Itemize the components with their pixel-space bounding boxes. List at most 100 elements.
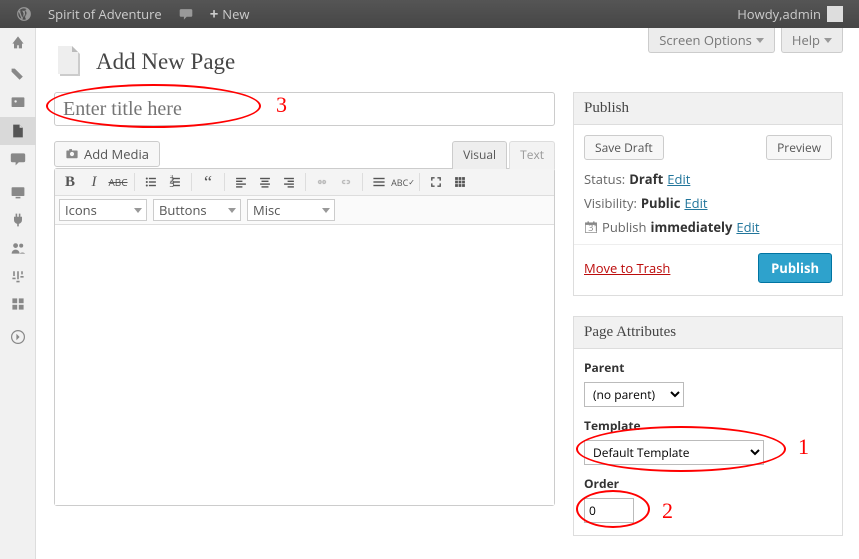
menu-dashboard[interactable] <box>0 28 36 56</box>
add-media-button[interactable]: Add Media <box>54 141 160 167</box>
icons-select[interactable]: Icons <box>59 199 147 221</box>
menu-media[interactable] <box>0 89 36 117</box>
order-input[interactable] <box>584 498 634 523</box>
status-value: Draft <box>629 170 663 188</box>
blockquote-button[interactable]: “ <box>197 171 219 193</box>
page-title: Add New Page <box>96 49 235 75</box>
order-label: Order <box>584 475 832 492</box>
wordpress-icon <box>16 6 32 22</box>
avatar-icon <box>827 6 843 22</box>
publish-box-title: Publish <box>574 93 842 125</box>
editor-content-area[interactable] <box>55 225 554 505</box>
admin-side-menu <box>0 28 36 559</box>
menu-pages[interactable] <box>0 117 36 145</box>
editor-toolbar-row2: Icons Buttons Misc <box>55 196 554 225</box>
move-to-trash-link[interactable]: Move to Trash <box>584 259 670 277</box>
tab-visual[interactable]: Visual <box>452 141 507 169</box>
strikethrough-button[interactable]: ABC <box>107 171 129 193</box>
italic-button[interactable]: I <box>83 171 105 193</box>
schedule-value: immediately <box>650 218 732 236</box>
howdy-user: admin <box>783 5 821 23</box>
screen-options-button[interactable]: Screen Options <box>648 28 775 53</box>
preview-button[interactable]: Preview <box>766 135 832 160</box>
edit-visibility-link[interactable]: Edit <box>684 194 707 212</box>
svg-text:3: 3 <box>169 177 174 189</box>
template-label: Template <box>584 417 832 434</box>
parent-label: Parent <box>584 359 832 376</box>
site-name-label: Spirit of Adventure <box>48 5 162 23</box>
save-draft-button[interactable]: Save Draft <box>584 135 664 160</box>
editor-toolbar-row1: B I ABC 123 “ ABC✓ <box>55 169 554 196</box>
menu-collapse[interactable] <box>0 323 36 351</box>
unlink-button[interactable] <box>335 171 357 193</box>
menu-appearance[interactable] <box>0 178 36 206</box>
edit-schedule-link[interactable]: Edit <box>736 218 759 236</box>
buttons-select-label: Buttons <box>159 201 207 219</box>
help-label: Help <box>792 31 820 49</box>
svg-text:31: 31 <box>588 221 598 234</box>
visibility-row: Visibility: Public Edit <box>584 194 832 212</box>
screen-meta: Screen Options Help <box>648 28 843 53</box>
annotation-number: 1 <box>798 434 809 460</box>
menu-settings[interactable] <box>0 290 36 318</box>
help-button[interactable]: Help <box>781 28 843 53</box>
editor: B I ABC 123 “ ABC✓ <box>54 168 555 506</box>
my-account-link[interactable]: Howdy, admin <box>729 0 851 28</box>
add-media-label: Add Media <box>84 145 149 163</box>
number-list-button[interactable]: 123 <box>164 171 186 193</box>
parent-select[interactable]: (no parent) <box>584 382 684 407</box>
tab-text[interactable]: Text <box>509 141 555 169</box>
chevron-down-icon <box>228 208 236 213</box>
page-attributes-box: Page Attributes Parent (no parent) Templ… <box>573 316 843 536</box>
schedule-label: Publish <box>602 218 646 236</box>
chevron-down-icon <box>756 38 764 43</box>
screen-options-label: Screen Options <box>659 31 752 49</box>
menu-users[interactable] <box>0 234 36 262</box>
template-select[interactable]: Default Template <box>584 440 764 465</box>
chevron-down-icon <box>824 38 832 43</box>
schedule-row: 31 Publish immediately Edit <box>584 218 832 236</box>
new-label: New <box>222 5 249 23</box>
menu-posts[interactable] <box>0 61 36 89</box>
camera-icon <box>65 147 79 161</box>
status-row: Status: Draft Edit <box>584 170 832 188</box>
calendar-icon: 31 <box>584 220 598 234</box>
bullet-list-button[interactable] <box>140 171 162 193</box>
annotation-number: 3 <box>276 92 287 118</box>
align-center-button[interactable] <box>254 171 276 193</box>
title-input[interactable] <box>54 92 555 126</box>
comments-link[interactable] <box>170 0 202 28</box>
howdy-prefix: Howdy, <box>737 5 782 23</box>
bold-button[interactable]: B <box>59 171 81 193</box>
align-right-button[interactable] <box>278 171 300 193</box>
publish-box: Publish Save Draft Preview Status: Draft… <box>573 92 843 296</box>
buttons-select[interactable]: Buttons <box>153 199 241 221</box>
more-tag-button[interactable] <box>368 171 390 193</box>
visibility-value: Public <box>641 194 681 212</box>
page-icon <box>54 46 86 78</box>
menu-plugins[interactable] <box>0 206 36 234</box>
wp-logo[interactable] <box>8 0 40 28</box>
spellcheck-button[interactable]: ABC✓ <box>392 171 414 193</box>
chevron-down-icon <box>322 208 330 213</box>
menu-tools[interactable] <box>0 262 36 290</box>
page-attributes-title: Page Attributes <box>574 317 842 349</box>
plus-icon: + <box>210 4 219 24</box>
icons-select-label: Icons <box>65 201 97 219</box>
publish-button[interactable]: Publish <box>758 253 832 283</box>
kitchen-sink-button[interactable] <box>449 171 471 193</box>
menu-comments[interactable] <box>0 145 36 173</box>
edit-status-link[interactable]: Edit <box>667 170 690 188</box>
new-content-link[interactable]: + New <box>202 0 258 28</box>
misc-select-label: Misc <box>253 201 280 219</box>
fullscreen-button[interactable] <box>425 171 447 193</box>
link-button[interactable] <box>311 171 333 193</box>
comment-icon <box>178 6 194 22</box>
align-left-button[interactable] <box>230 171 252 193</box>
site-name-link[interactable]: Spirit of Adventure <box>40 0 170 28</box>
visibility-label: Visibility: <box>584 194 637 212</box>
status-label: Status: <box>584 170 625 188</box>
chevron-down-icon <box>134 208 142 213</box>
admin-bar: Spirit of Adventure + New Howdy, admin <box>0 0 859 28</box>
misc-select[interactable]: Misc <box>247 199 335 221</box>
